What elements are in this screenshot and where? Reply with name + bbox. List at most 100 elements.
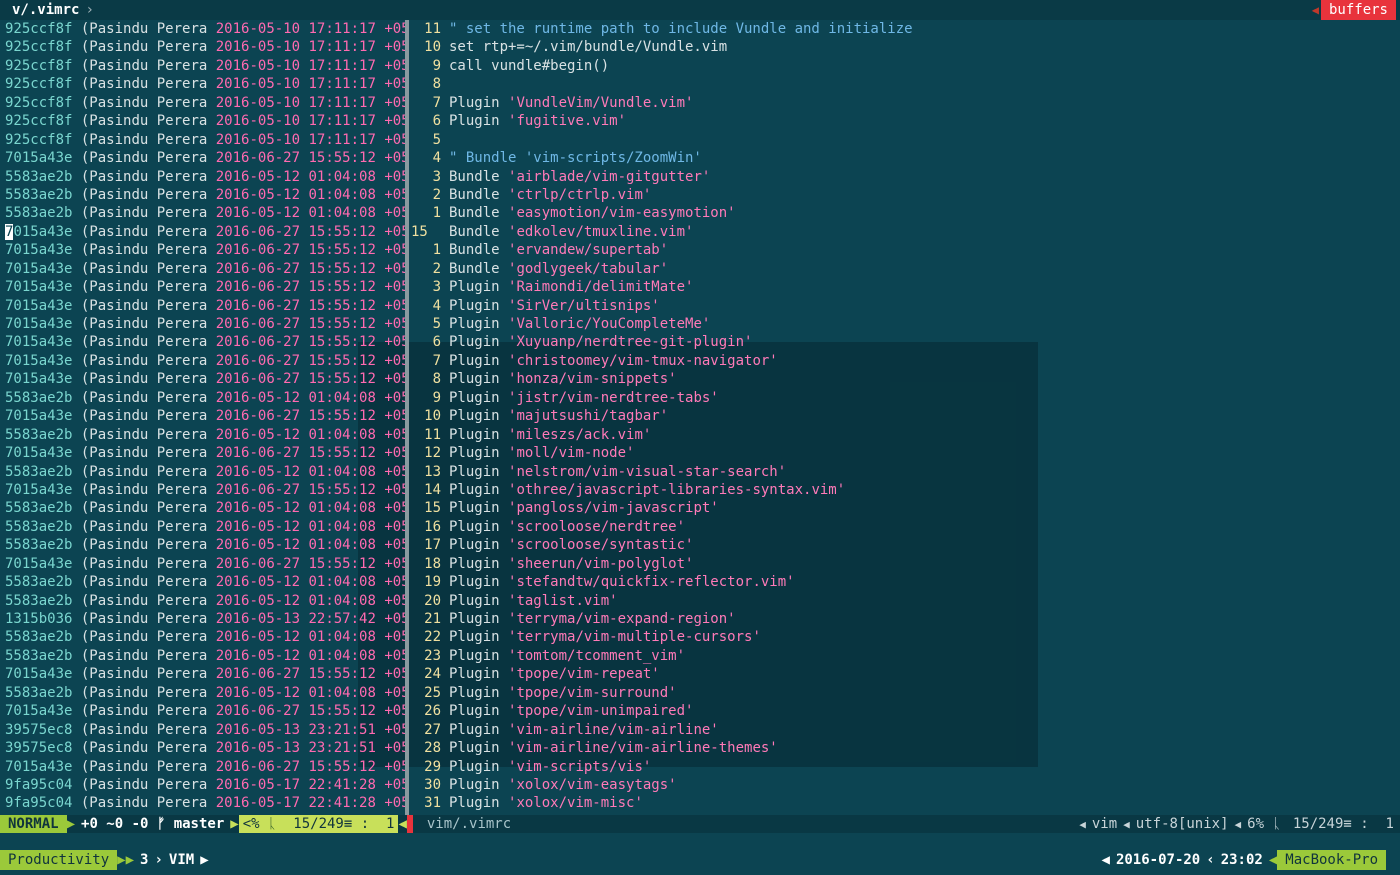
blame-row[interactable]: 925ccf8f (Pasindu Perera 2016-05-10 17:1… [0, 131, 405, 149]
commit-hash[interactable]: 5583ae2b [0, 390, 72, 406]
code-line[interactable]: 29 Plugin 'vim-scripts/vis' [409, 758, 1400, 776]
commit-hash[interactable]: 9fa95c04 [0, 777, 72, 793]
code-line[interactable]: 4 Plugin 'SirVer/ultisnips' [409, 297, 1400, 315]
blame-row[interactable]: 7015a43e (Pasindu Perera 2016-06-27 15:5… [0, 149, 405, 167]
code-line[interactable]: 11 " set the runtime path to include Vund… [409, 20, 1400, 38]
blame-row[interactable]: 7015a43e (Pasindu Perera 2016-06-27 15:5… [0, 481, 405, 499]
code-line[interactable]: 10 Plugin 'majutsushi/tagbar' [409, 407, 1400, 425]
commit-hash[interactable]: 5583ae2b [0, 574, 72, 590]
blame-row[interactable]: 5583ae2b (Pasindu Perera 2016-05-12 01:0… [0, 573, 405, 591]
blame-row[interactable]: 5583ae2b (Pasindu Perera 2016-05-12 01:0… [0, 628, 405, 646]
tab-current-file[interactable]: v/.vimrc [0, 0, 83, 20]
code-line[interactable]: 2 Bundle 'godlygeek/tabular' [409, 260, 1400, 278]
commit-hash[interactable]: 5583ae2b [0, 593, 72, 609]
tmux-session-name[interactable]: Productivity [0, 850, 118, 870]
commit-hash[interactable]: 7015a43e [0, 666, 72, 682]
commit-hash[interactable]: 7015a43e [0, 703, 72, 719]
code-line[interactable]: 4 " Bundle 'vim-scripts/ZoomWin' [409, 149, 1400, 167]
blame-row[interactable]: 5583ae2b (Pasindu Perera 2016-05-12 01:0… [0, 518, 405, 536]
blame-row[interactable]: 5583ae2b (Pasindu Perera 2016-05-12 01:0… [0, 204, 405, 222]
blame-row[interactable]: 7015a43e (Pasindu Perera 2016-06-27 15:5… [0, 260, 405, 278]
commit-hash[interactable]: 5583ae2b [0, 685, 72, 701]
blame-row[interactable]: 1315b036 (Pasindu Perera 2016-05-13 22:5… [0, 610, 405, 628]
commit-hash[interactable]: 925ccf8f [0, 76, 72, 92]
commit-hash[interactable]: 7015a43e [0, 445, 72, 461]
code-line[interactable]: 19 Plugin 'stefandtw/quickfix-reflector.v… [409, 573, 1400, 591]
commit-hash[interactable]: 7015a43e [0, 759, 72, 775]
code-line[interactable]: 20 Plugin 'taglist.vim' [409, 592, 1400, 610]
code-line[interactable]: 8 [409, 75, 1400, 93]
commit-hash[interactable]: 7015a43e [0, 298, 72, 314]
commit-hash[interactable]: 7015a43e [0, 408, 72, 424]
code-line[interactable]: 1 Bundle 'ervandew/supertab' [409, 241, 1400, 259]
blame-row[interactable]: 925ccf8f (Pasindu Perera 2016-05-10 17:1… [0, 75, 405, 93]
code-line[interactable]: 16 Plugin 'scrooloose/nerdtree' [409, 518, 1400, 536]
blame-row[interactable]: 5583ae2b (Pasindu Perera 2016-05-12 01:0… [0, 536, 405, 554]
code-line[interactable]: 8 Plugin 'honza/vim-snippets' [409, 370, 1400, 388]
blame-row[interactable]: 5583ae2b (Pasindu Perera 2016-05-12 01:0… [0, 647, 405, 665]
commit-hash[interactable]: 5583ae2b [0, 500, 72, 516]
blame-row[interactable]: 7015a43e (Pasindu Perera 2016-06-27 15:5… [0, 702, 405, 720]
commit-hash[interactable]: 5583ae2b [0, 205, 72, 221]
commit-hash[interactable]: 9fa95c04 [0, 795, 72, 811]
blame-row[interactable]: 5583ae2b (Pasindu Perera 2016-05-12 01:0… [0, 592, 405, 610]
commit-hash[interactable]: 7015a43e [0, 482, 72, 498]
code-line[interactable]: 5 [409, 131, 1400, 149]
blame-row[interactable]: 925ccf8f (Pasindu Perera 2016-05-10 17:1… [0, 38, 405, 56]
code-line[interactable]: 24 Plugin 'tpope/vim-repeat' [409, 665, 1400, 683]
blame-row[interactable]: 9fa95c04 (Pasindu Perera 2016-05-17 22:4… [0, 776, 405, 794]
tmux-window-index[interactable]: 3 [134, 850, 154, 870]
blame-row[interactable]: 7015a43e (Pasindu Perera 2016-06-27 15:5… [0, 444, 405, 462]
commit-hash[interactable]: 925ccf8f [0, 21, 72, 37]
code-line[interactable]: 23 Plugin 'tomtom/tcomment_vim' [409, 647, 1400, 665]
code-line[interactable]: 31 Plugin 'xolox/vim-misc' [409, 794, 1400, 812]
blame-row[interactable]: 5583ae2b (Pasindu Perera 2016-05-12 01:0… [0, 186, 405, 204]
code-line[interactable]: 28 Plugin 'vim-airline/vim-airline-themes… [409, 739, 1400, 757]
commit-hash[interactable]: 7015a43e [0, 150, 72, 166]
blame-row[interactable]: 7015a43e (Pasindu Perera 2016-06-27 15:5… [0, 278, 405, 296]
code-line[interactable]: 18 Plugin 'sheerun/vim-polyglot' [409, 555, 1400, 573]
commit-hash[interactable]: 7015a43e [0, 353, 72, 369]
commit-hash[interactable]: 7015a43e [0, 316, 72, 332]
commit-hash[interactable]: 5583ae2b [0, 629, 72, 645]
commit-hash[interactable]: 7015a43e [0, 556, 72, 572]
code-line[interactable]: 1 Bundle 'easymotion/vim-easymotion' [409, 204, 1400, 222]
blame-row[interactable]: 5583ae2b (Pasindu Perera 2016-05-12 01:0… [0, 499, 405, 517]
blame-row[interactable]: 7015a43e (Pasindu Perera 2016-06-27 15:5… [0, 555, 405, 573]
code-line[interactable]: 15 Plugin 'pangloss/vim-javascript' [409, 499, 1400, 517]
blame-row[interactable]: 7015a43e (Pasindu Perera 2016-06-27 15:5… [0, 223, 405, 241]
code-line[interactable]: 7 Plugin 'VundleVim/Vundle.vim' [409, 94, 1400, 112]
blame-row[interactable]: 925ccf8f (Pasindu Perera 2016-05-10 17:1… [0, 112, 405, 130]
commit-hash[interactable]: 7015a43e [0, 334, 72, 350]
commit-hash[interactable]: 1315b036 [0, 611, 72, 627]
code-line[interactable]: 30 Plugin 'xolox/vim-easytags' [409, 776, 1400, 794]
code-line[interactable]: 17 Plugin 'scrooloose/syntastic' [409, 536, 1400, 554]
blame-row[interactable]: 7015a43e (Pasindu Perera 2016-06-27 15:5… [0, 665, 405, 683]
commit-hash[interactable]: 925ccf8f [0, 58, 72, 74]
git-blame-pane[interactable]: 925ccf8f (Pasindu Perera 2016-05-10 17:1… [0, 20, 405, 815]
code-line[interactable]: 26 Plugin 'tpope/vim-unimpaired' [409, 702, 1400, 720]
commit-hash[interactable]: 5583ae2b [0, 427, 72, 443]
commit-hash[interactable]: 5583ae2b [0, 187, 72, 203]
code-line[interactable]: 3 Bundle 'airblade/vim-gitgutter' [409, 168, 1400, 186]
commit-hash[interactable]: 5583ae2b [0, 169, 72, 185]
code-line[interactable]: 21 Plugin 'terryma/vim-expand-region' [409, 610, 1400, 628]
buffers-badge[interactable]: buffers [1320, 0, 1396, 20]
blame-row[interactable]: 925ccf8f (Pasindu Perera 2016-05-10 17:1… [0, 20, 405, 38]
code-line[interactable]: 9 call vundle#begin() [409, 57, 1400, 75]
commit-hash[interactable]: 925ccf8f [0, 132, 72, 148]
commit-hash[interactable]: 7015a43e [0, 223, 72, 240]
commit-hash[interactable]: 7015a43e [0, 279, 72, 295]
commit-hash[interactable]: 925ccf8f [0, 39, 72, 55]
blame-row[interactable]: 5583ae2b (Pasindu Perera 2016-05-12 01:0… [0, 463, 405, 481]
blame-row[interactable]: 5583ae2b (Pasindu Perera 2016-05-12 01:0… [0, 426, 405, 444]
blame-row[interactable]: 7015a43e (Pasindu Perera 2016-06-27 15:5… [0, 333, 405, 351]
blame-row[interactable]: 7015a43e (Pasindu Perera 2016-06-27 15:5… [0, 407, 405, 425]
blame-row[interactable]: 7015a43e (Pasindu Perera 2016-06-27 15:5… [0, 352, 405, 370]
code-line[interactable]: 7 Plugin 'christoomey/vim-tmux-navigator' [409, 352, 1400, 370]
commit-hash[interactable]: 925ccf8f [0, 113, 72, 129]
blame-row[interactable]: 39575ec8 (Pasindu Perera 2016-05-13 23:2… [0, 739, 405, 757]
code-line[interactable]: 15 Bundle 'edkolev/tmuxline.vim' [409, 223, 1400, 241]
commit-hash[interactable]: 7015a43e [0, 261, 72, 277]
code-line[interactable]: 9 Plugin 'jistr/vim-nerdtree-tabs' [409, 389, 1400, 407]
